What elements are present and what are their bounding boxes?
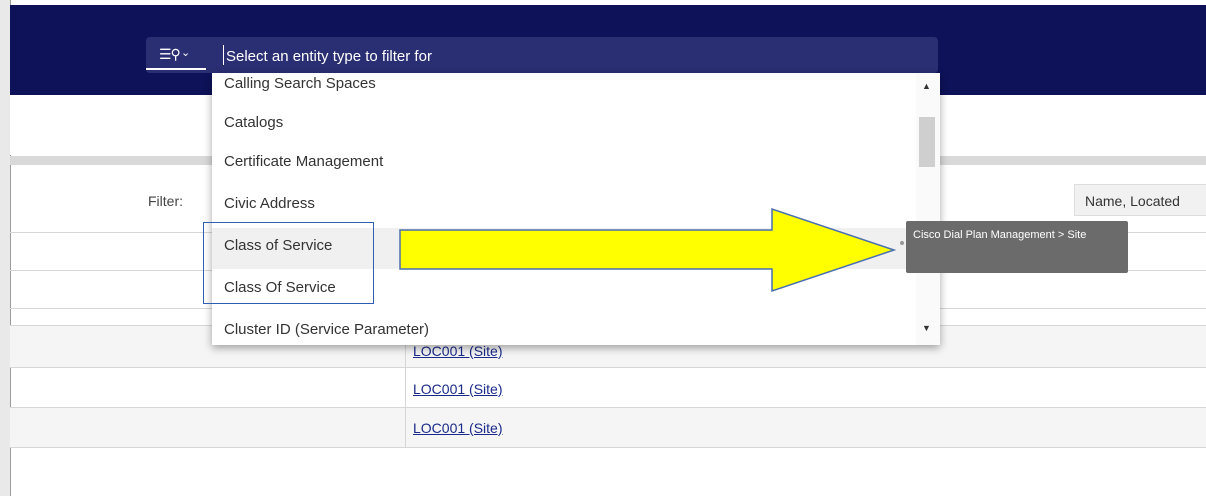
filter-label: Filter: <box>148 193 183 209</box>
dropdown-option[interactable]: Cluster ID (Service Parameter) <box>224 321 429 338</box>
filter-columns-value: Name, Located <box>1085 193 1180 209</box>
table-line <box>10 367 1206 368</box>
tooltip-pointer <box>900 241 904 245</box>
dropdown-scrollbar[interactable] <box>916 73 940 345</box>
scroll-down-arrow-icon[interactable]: ▼ <box>922 323 931 333</box>
app-frame: ☰⚲ ⌄ Filter: Name, Located LOC001 (Site)… <box>0 0 1206 496</box>
dropdown-option[interactable]: Catalogs <box>224 114 283 131</box>
yellow-callout-arrow-icon <box>399 207 897 293</box>
scrollbar-thumb[interactable] <box>919 117 935 167</box>
dropdown-option[interactable]: Certificate Management <box>224 153 383 170</box>
search-type-underline <box>146 68 206 70</box>
table-line <box>10 447 1206 448</box>
dropdown-option[interactable]: Calling Search Spaces <box>224 75 376 92</box>
site-link[interactable]: LOC001 (Site) <box>413 343 502 359</box>
class-of-service-highlight-box <box>203 222 374 304</box>
site-link[interactable]: LOC001 (Site) <box>413 381 502 397</box>
chevron-down-icon[interactable]: ⌄ <box>181 46 190 59</box>
filter-columns-field[interactable]: Name, Located <box>1074 184 1206 216</box>
entity-type-search-input[interactable] <box>222 45 826 67</box>
text-cursor <box>223 45 224 65</box>
scroll-up-arrow-icon[interactable]: ▲ <box>922 81 931 91</box>
table-line <box>10 407 1206 408</box>
dropdown-option[interactable]: Civic Address <box>224 195 315 212</box>
site-link[interactable]: LOC001 (Site) <box>413 420 502 436</box>
path-tooltip: Cisco Dial Plan Management > Site <box>906 221 1128 273</box>
table-row <box>10 408 1206 447</box>
list-search-icon[interactable]: ☰⚲ <box>159 46 181 63</box>
